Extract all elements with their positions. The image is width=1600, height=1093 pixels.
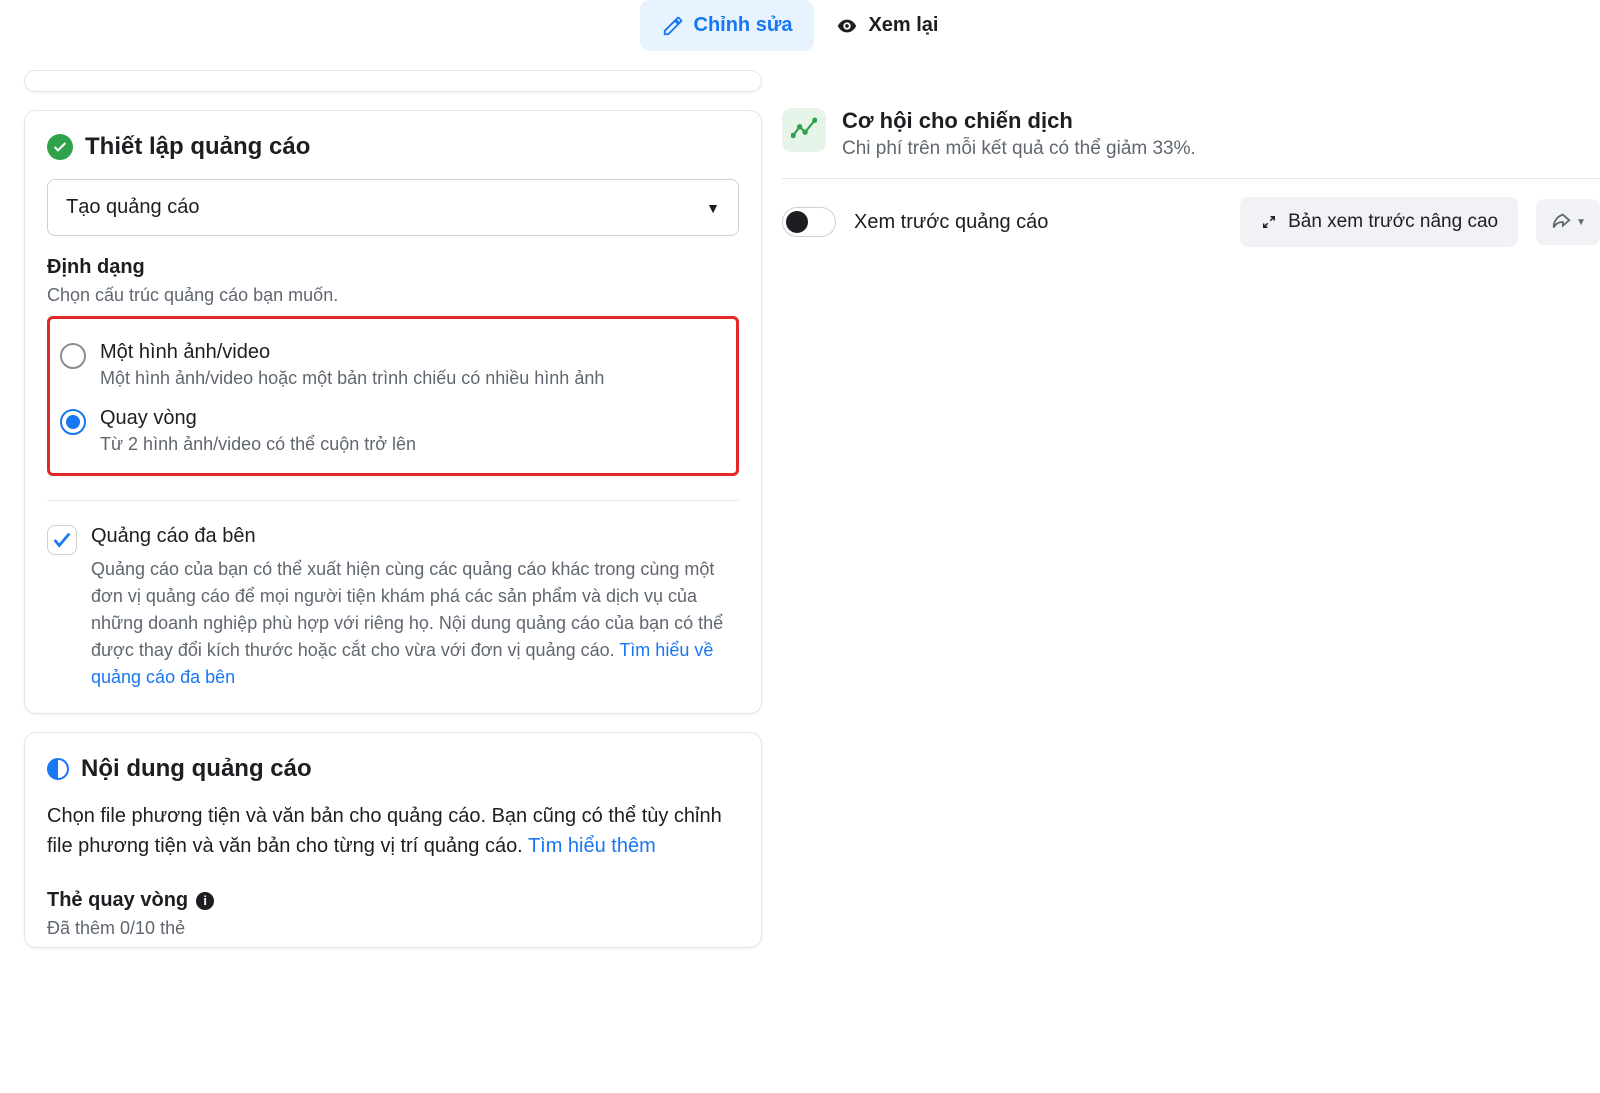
expand-icon (1260, 213, 1278, 231)
carousel-card-label: Thẻ quay vòng i (47, 889, 739, 912)
carousel-card-count: Đã thêm 0/10 thẻ (47, 918, 739, 939)
opportunity-desc: Chi phí trên mỗi kết quả có thể giảm 33%… (842, 138, 1196, 160)
radio-unchecked (60, 343, 86, 369)
left-column: Thiết lập quảng cáo Tạo quảng cáo ▼ Định… (24, 70, 762, 966)
check-circle-icon (47, 134, 73, 160)
share-icon (1550, 211, 1572, 233)
tab-edit-label: Chỉnh sửa (694, 14, 793, 37)
multi-advertiser-desc: Quảng cáo của bạn có thể xuất hiện cùng … (91, 556, 739, 691)
ad-setup-title: Thiết lập quảng cáo (85, 133, 310, 161)
advanced-preview-button[interactable]: Bản xem trước nâng cao (1240, 197, 1518, 247)
format-carousel-desc: Từ 2 hình ảnh/video có thể cuộn trở lên (100, 434, 416, 455)
campaign-opportunity[interactable]: Cơ hội cho chiến dịch Chi phí trên mỗi k… (782, 100, 1600, 179)
top-tabs: Chỉnh sửa Xem lại (0, 0, 1600, 60)
format-single-title: Một hình ảnh/video (100, 341, 604, 364)
preview-toggle[interactable] (782, 207, 836, 237)
tab-edit[interactable]: Chỉnh sửa (640, 0, 815, 51)
format-desc: Chọn cấu trúc quảng cáo bạn muốn. (47, 285, 739, 306)
multi-advertiser-checkbox[interactable] (47, 525, 77, 555)
pencil-icon (662, 15, 684, 37)
half-circle-icon (47, 758, 69, 780)
preview-label: Xem trước quảng cáo (854, 211, 1222, 234)
format-single-desc: Một hình ảnh/video hoặc một bản trình ch… (100, 368, 604, 389)
radio-checked (60, 409, 86, 435)
format-label: Định dạng (47, 256, 739, 279)
ad-content-body: Chọn file phương tiện và văn bản cho quả… (47, 801, 739, 861)
check-icon (51, 529, 73, 551)
chevron-down-icon: ▼ (706, 200, 720, 216)
format-option-carousel[interactable]: Quay vòng Từ 2 hình ảnh/video có thể cuộ… (60, 407, 726, 455)
ad-content-title: Nội dung quảng cáo (81, 755, 312, 783)
ad-type-dropdown-label: Tạo quảng cáo (66, 196, 199, 219)
divider (47, 500, 739, 501)
tab-review[interactable]: Xem lại (814, 0, 960, 51)
share-button[interactable]: ▼ (1536, 199, 1600, 245)
tab-review-label: Xem lại (868, 14, 938, 37)
ad-preview-row: Xem trước quảng cáo Bản xem trước nâng c… (782, 197, 1600, 247)
advanced-preview-label: Bản xem trước nâng cao (1288, 211, 1498, 233)
format-options-box: Một hình ảnh/video Một hình ảnh/video ho… (47, 316, 739, 476)
ad-content-card: Nội dung quảng cáo Chọn file phương tiện… (24, 732, 762, 948)
multi-advertiser-title: Quảng cáo đa bên (91, 525, 739, 548)
opportunity-icon (782, 108, 826, 152)
format-carousel-title: Quay vòng (100, 407, 416, 430)
multi-advertiser-row: Quảng cáo đa bên Quảng cáo của bạn có th… (47, 525, 739, 691)
format-option-single[interactable]: Một hình ảnh/video Một hình ảnh/video ho… (60, 341, 726, 389)
prev-card-slice (24, 70, 762, 92)
ad-content-link[interactable]: Tìm hiểu thêm (528, 835, 656, 857)
right-column: Cơ hội cho chiến dịch Chi phí trên mỗi k… (782, 100, 1600, 247)
chevron-down-icon: ▼ (1576, 217, 1586, 228)
info-icon[interactable]: i (196, 892, 214, 910)
opportunity-title: Cơ hội cho chiến dịch (842, 108, 1196, 134)
ad-type-dropdown[interactable]: Tạo quảng cáo ▼ (47, 179, 739, 236)
eye-icon (836, 15, 858, 37)
ad-setup-card: Thiết lập quảng cáo Tạo quảng cáo ▼ Định… (24, 110, 762, 714)
